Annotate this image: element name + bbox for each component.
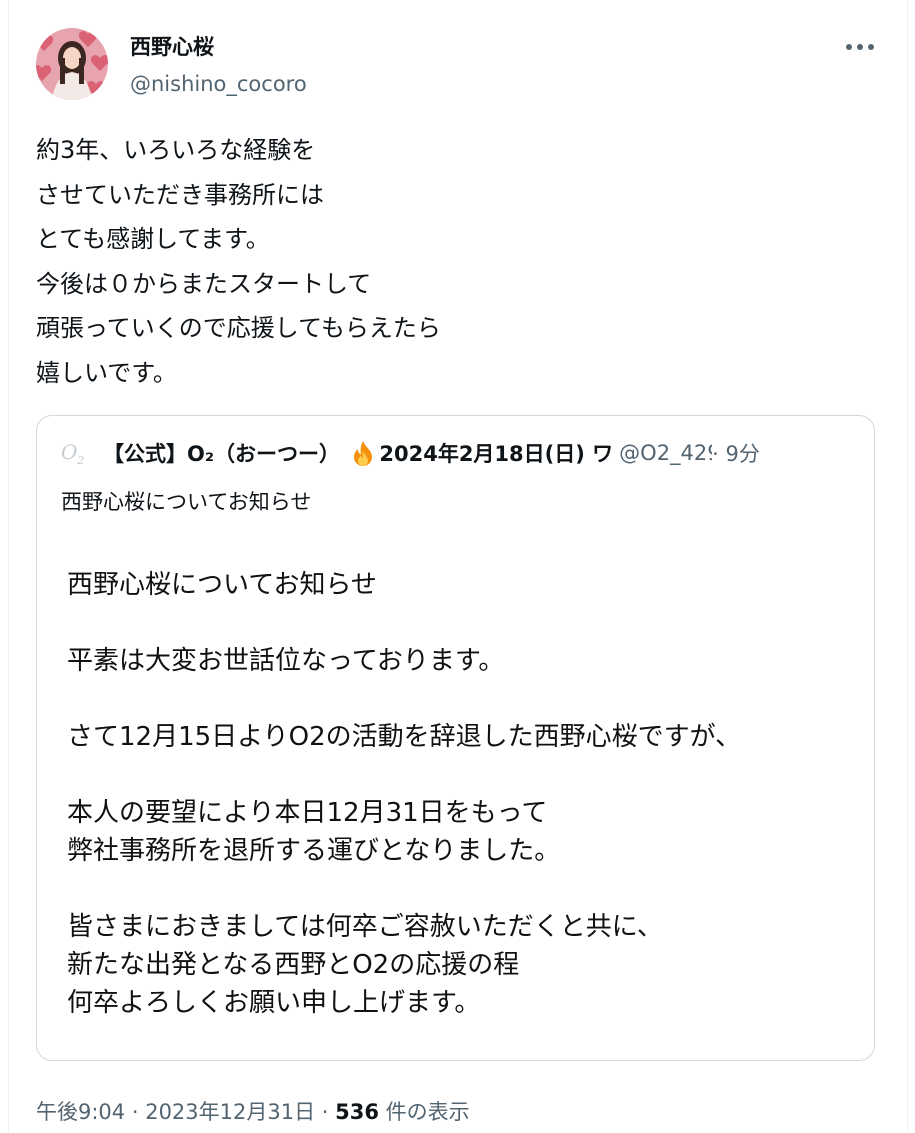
- tweet-meta: 午後9:04 · 2023年12月31日 · 536 件の表示: [36, 1096, 470, 1126]
- quoted-name-text: 【公式】O₂（おーつー）: [103, 442, 341, 466]
- author-display-name[interactable]: 西野心桜: [130, 34, 214, 60]
- quoted-logo-sub: 2: [77, 453, 85, 467]
- tweet-time[interactable]: 午後9:04: [36, 1100, 125, 1124]
- timeline-border-right: [907, 0, 908, 1133]
- more-button[interactable]: [840, 32, 880, 62]
- quoted-notice-image: 西野心桜についてお知らせ 平素は大変お世話位なっております。 さて12月15日よ…: [67, 570, 742, 1018]
- quoted-tweet-text: 西野心桜についてお知らせ: [61, 490, 312, 514]
- quoted-tweet-time[interactable]: · 9分: [712, 438, 760, 468]
- view-count: 536: [335, 1100, 379, 1124]
- meta-separator: ·: [125, 1100, 146, 1124]
- view-count-label: 件の表示: [378, 1100, 470, 1124]
- tweet-date[interactable]: 2023年12月31日: [145, 1100, 315, 1124]
- quoted-account-logo[interactable]: O2: [61, 440, 91, 467]
- meta-separator: ·: [315, 1100, 336, 1124]
- more-horizontal-icon: [846, 44, 874, 50]
- tweet-text: 約3年、いろいろな経験を させていただき事務所には とても感謝してます。 今後は…: [36, 136, 441, 387]
- quoted-name-suffix: 2024年2月18日(日) ワ: [379, 442, 614, 466]
- quoted-account-name[interactable]: 【公式】O₂（おーつー） 2024年2月18日(日) ワ: [103, 438, 613, 468]
- fire-emoji-icon: [342, 441, 377, 466]
- quoted-logo-text: O: [61, 439, 78, 464]
- timeline-border-left: [8, 0, 9, 1133]
- avatar[interactable]: [36, 28, 108, 100]
- quoted-tweet-card[interactable]: O2 【公式】O₂（おーつー） 2024年2月18日(日) ワ @O2_429 …: [36, 415, 875, 1061]
- quoted-tweet-header: O2 【公式】O₂（おーつー） 2024年2月18日(日) ワ @O2_429 …: [61, 438, 856, 468]
- author-handle[interactable]: @nishino_cocoro: [130, 71, 307, 97]
- quoted-account-handle[interactable]: @O2_429: [619, 441, 712, 465]
